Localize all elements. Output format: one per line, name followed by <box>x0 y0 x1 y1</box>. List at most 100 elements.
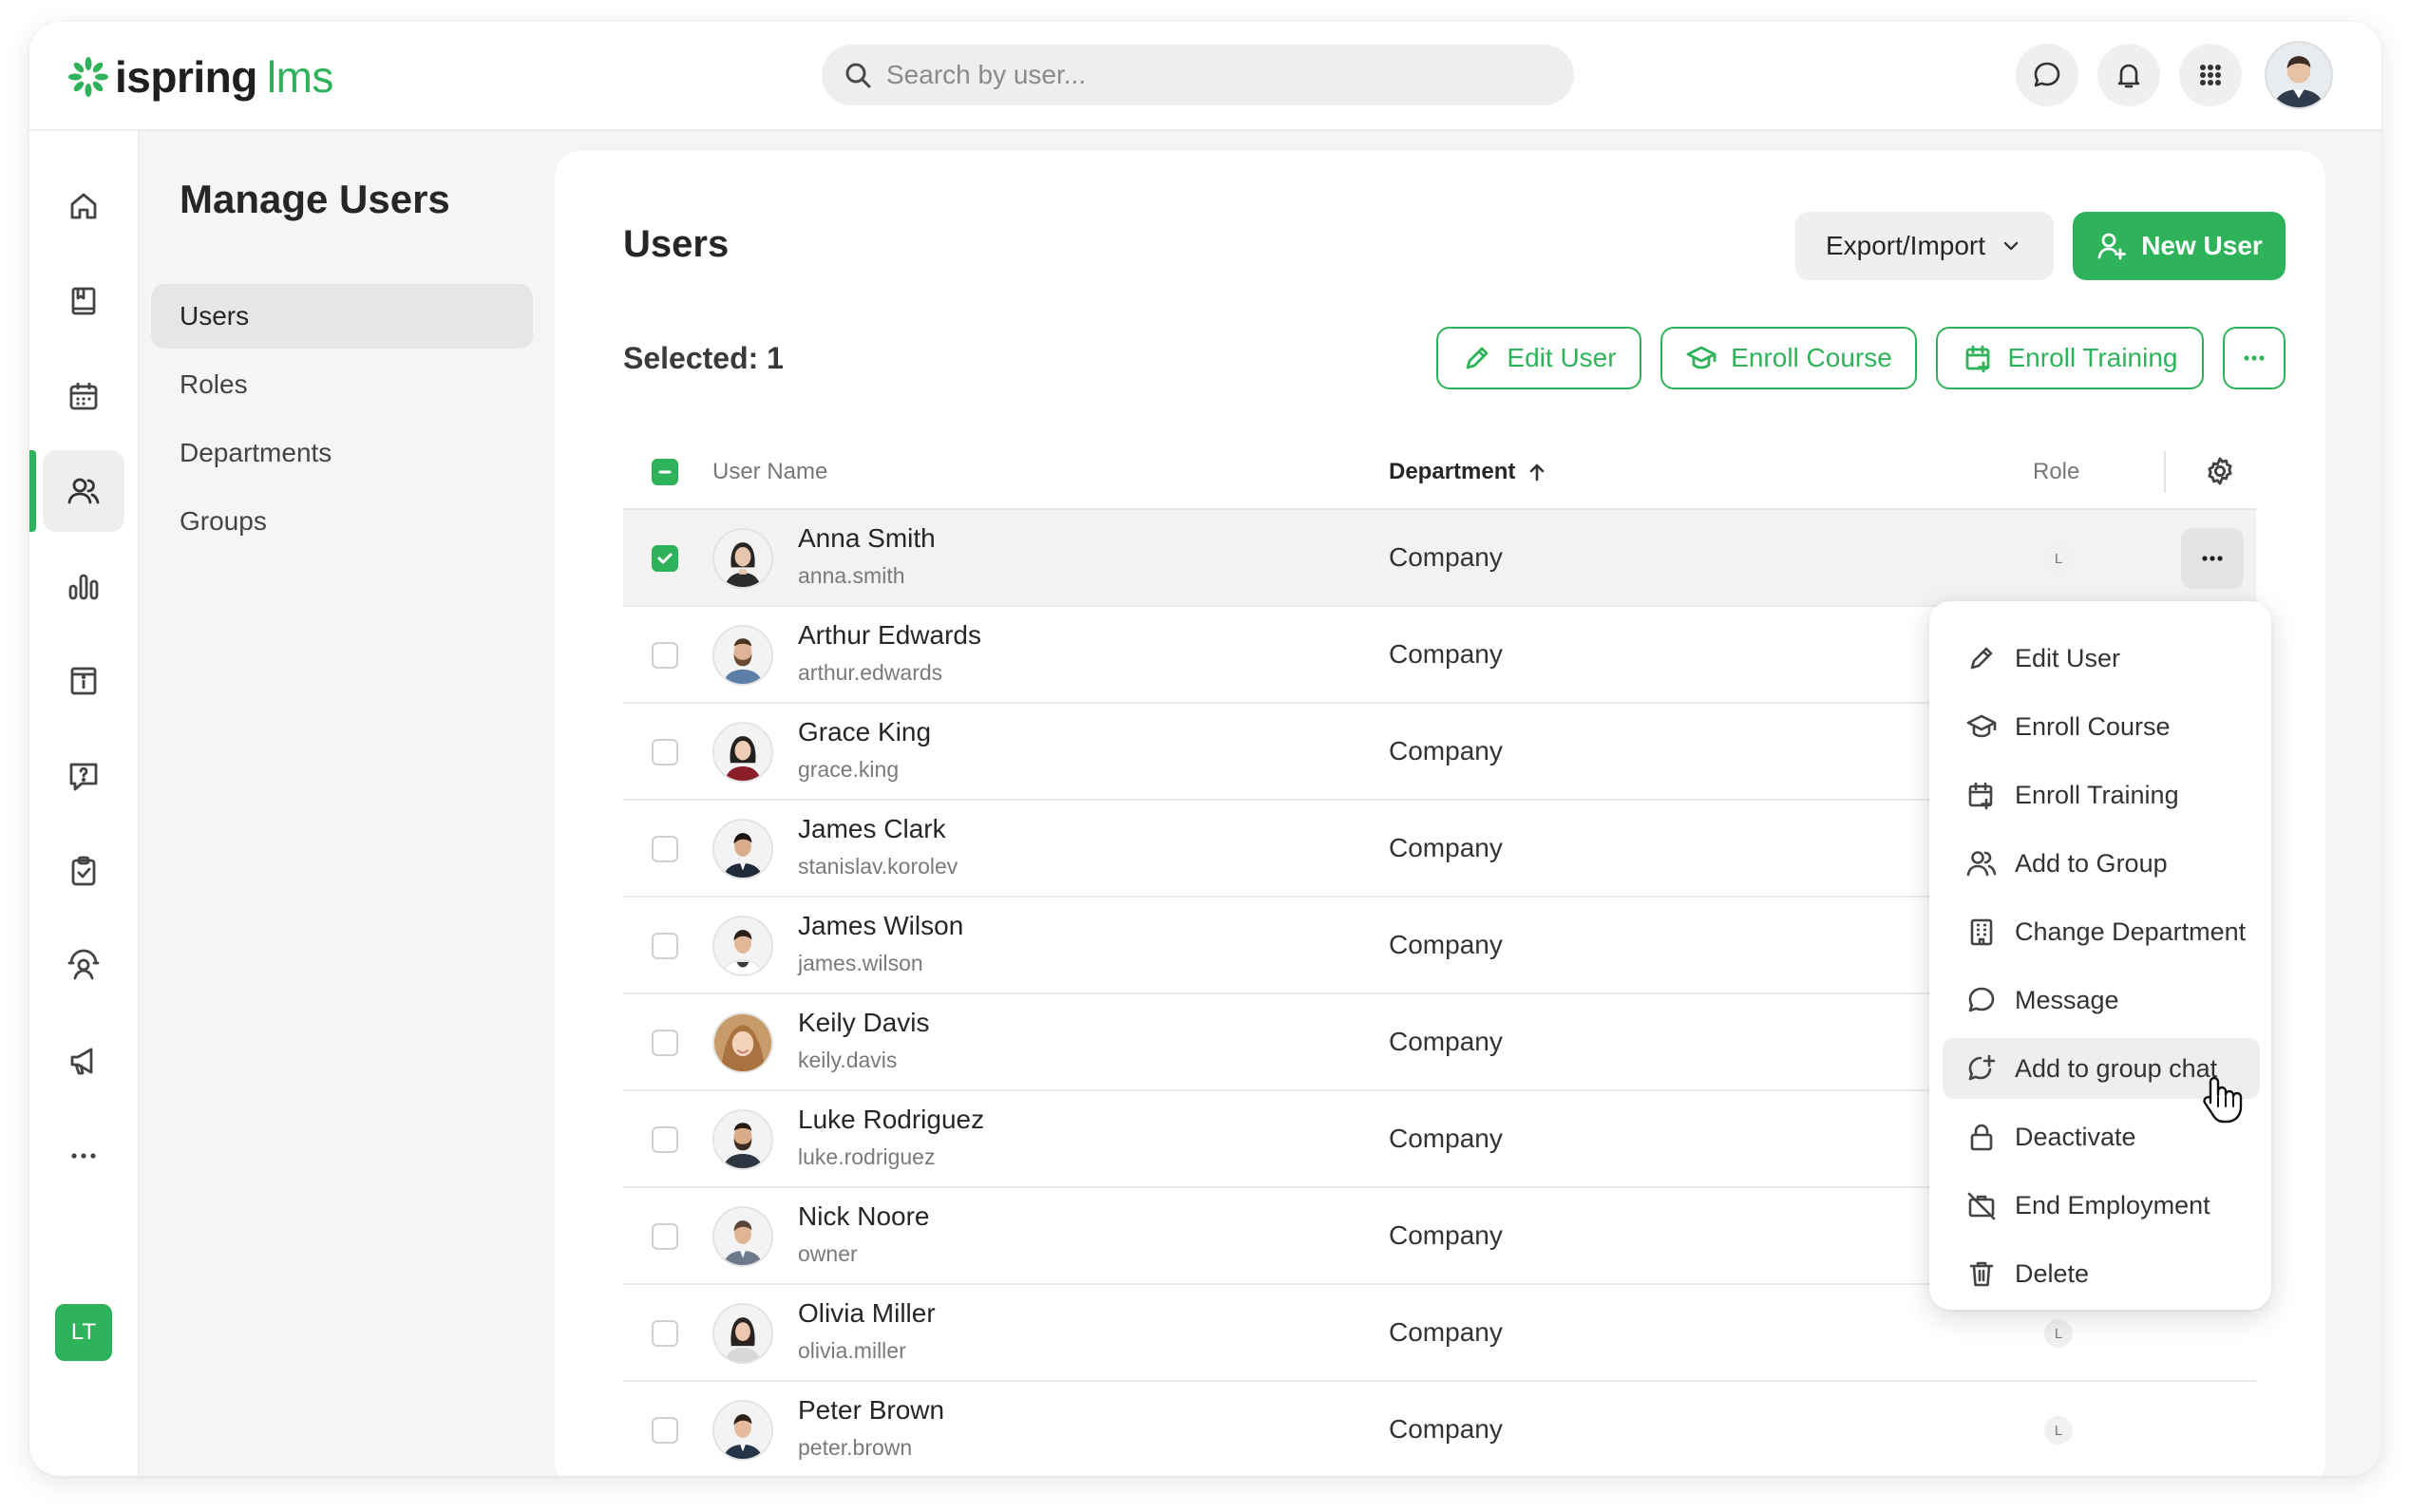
avatar <box>712 1109 773 1170</box>
chevron-down-icon <box>2003 241 2019 251</box>
chat-plus-icon <box>1968 1054 1996 1081</box>
user-department: Company <box>1389 639 1503 669</box>
nav-calendar[interactable] <box>43 355 124 437</box>
subnav-title: Manage Users <box>180 177 450 221</box>
row-checkbox[interactable] <box>652 642 678 669</box>
nav-library[interactable] <box>43 260 124 342</box>
column-role[interactable]: Role <box>2033 459 2079 485</box>
user-avatar[interactable] <box>2265 41 2333 109</box>
menu-item-enroll-course[interactable]: Enroll Course <box>1943 696 2260 757</box>
table-row[interactable]: Anna Smith anna.smith Company L <box>623 510 2256 607</box>
enroll-training-button[interactable]: Enroll Training <box>1936 327 2204 389</box>
enroll-course-button[interactable]: Enroll Course <box>1660 327 1917 389</box>
nav-info-board[interactable] <box>43 640 124 722</box>
row-checkbox[interactable] <box>652 1417 678 1444</box>
nav-users[interactable] <box>43 450 124 532</box>
subnav-item-users[interactable]: Users <box>151 284 533 349</box>
apps-button[interactable] <box>2179 44 2242 106</box>
notifications-button[interactable] <box>2097 44 2160 106</box>
user-name[interactable]: Anna Smith <box>798 523 936 554</box>
chat-icon <box>1968 987 1995 1012</box>
column-separator <box>2164 451 2166 493</box>
user-name[interactable]: Luke Rodriguez <box>798 1105 984 1135</box>
table-row[interactable]: Peter Brown peter.brown Company L <box>623 1382 2256 1476</box>
coaching-icon <box>67 949 100 980</box>
info-board-icon <box>70 667 97 695</box>
user-name[interactable]: Arthur Edwards <box>798 620 981 651</box>
user-login: grace.king <box>798 757 900 782</box>
menu-item-label: Add to Group <box>2015 848 2168 878</box>
nav-reports[interactable] <box>43 545 124 627</box>
chat-button[interactable] <box>2016 44 2078 106</box>
users-icon <box>1966 851 1997 877</box>
user-name[interactable]: Peter Brown <box>798 1395 944 1426</box>
menu-item-change-department[interactable]: Change Department <box>1943 901 2260 962</box>
menu-item-label: Deactivate <box>2015 1122 2136 1151</box>
user-name[interactable]: James Clark <box>798 814 946 844</box>
avatar <box>712 819 773 879</box>
user-name[interactable]: Keily Davis <box>798 1008 929 1038</box>
search-input[interactable] <box>886 60 1504 90</box>
nav-coaching[interactable] <box>43 925 124 1007</box>
subnav-item-roles[interactable]: Roles <box>151 352 533 417</box>
nav-announcements[interactable] <box>43 1020 124 1102</box>
row-more-button[interactable] <box>2181 528 2244 589</box>
row-checkbox[interactable] <box>652 1223 678 1250</box>
search-bar[interactable] <box>822 45 1574 105</box>
user-department: Company <box>1389 930 1503 959</box>
more-actions-button[interactable] <box>2223 327 2286 389</box>
table-header: User Name Department Role <box>623 436 2256 510</box>
nav-home[interactable] <box>43 165 124 247</box>
row-checkbox[interactable] <box>652 836 678 862</box>
building-icon <box>1970 918 1993 946</box>
menu-item-delete[interactable]: Delete <box>1943 1243 2260 1304</box>
role-badge: L <box>2044 544 2073 573</box>
column-user-name[interactable]: User Name <box>712 459 827 485</box>
menu-item-add-to-group[interactable]: Add to Group <box>1943 833 2260 894</box>
more-icon <box>71 1153 96 1159</box>
menu-item-edit-user[interactable]: Edit User <box>1943 628 2260 689</box>
user-name[interactable]: Nick Noore <box>798 1201 929 1232</box>
assignments-icon <box>71 856 96 886</box>
menu-item-enroll-training[interactable]: Enroll Training <box>1943 765 2260 825</box>
user-name[interactable]: Olivia Miller <box>798 1298 936 1329</box>
row-checkbox[interactable] <box>652 933 678 959</box>
user-department: Company <box>1389 1124 1503 1153</box>
logo[interactable]: ispring lms <box>67 48 333 105</box>
user-name[interactable]: James Wilson <box>798 911 963 941</box>
edit-user-button[interactable]: Edit User <box>1436 327 1641 389</box>
user-login: olivia.miller <box>798 1338 906 1363</box>
nav-active-indicator <box>29 450 36 532</box>
select-all-checkbox[interactable] <box>652 459 678 485</box>
nav-questions[interactable] <box>43 735 124 817</box>
menu-item-message[interactable]: Message <box>1943 970 2260 1030</box>
menu-item-end-employment[interactable]: End Employment <box>1943 1175 2260 1236</box>
user-name[interactable]: Grace King <box>798 717 931 747</box>
menu-item-label: Change Department <box>2015 917 2247 946</box>
nav-assignments[interactable] <box>43 830 124 912</box>
row-checkbox[interactable] <box>652 1126 678 1153</box>
nav-more[interactable] <box>43 1115 124 1197</box>
row-checkbox[interactable] <box>652 1320 678 1347</box>
top-bar: ispring lms <box>29 22 2381 131</box>
row-checkbox[interactable] <box>652 739 678 765</box>
export-import-button[interactable]: Export/Import <box>1795 212 2054 280</box>
user-login: owner <box>798 1241 858 1266</box>
subnav-item-departments[interactable]: Departments <box>151 421 533 485</box>
home-icon <box>70 193 97 219</box>
avatar <box>712 722 773 783</box>
app-window: ispring lms Search by user... LT Manage … <box>29 22 2381 1476</box>
avatar <box>712 1303 773 1364</box>
briefcase-off-icon <box>1967 1192 1996 1220</box>
row-checkbox[interactable] <box>652 1030 678 1056</box>
column-settings-button[interactable] <box>2204 455 2236 487</box>
account-badge[interactable]: LT <box>55 1304 112 1361</box>
selection-count: Selected: 1 <box>623 341 784 375</box>
subnav-item-groups[interactable]: Groups <box>151 489 533 554</box>
new-user-button[interactable]: New User <box>2073 212 2286 280</box>
sort-ascending-icon <box>1530 463 1545 482</box>
row-checkbox[interactable] <box>652 545 678 572</box>
avatar <box>712 1400 773 1461</box>
edit-user-label: Edit User <box>1507 343 1617 372</box>
column-department[interactable]: Department <box>1389 459 1549 485</box>
